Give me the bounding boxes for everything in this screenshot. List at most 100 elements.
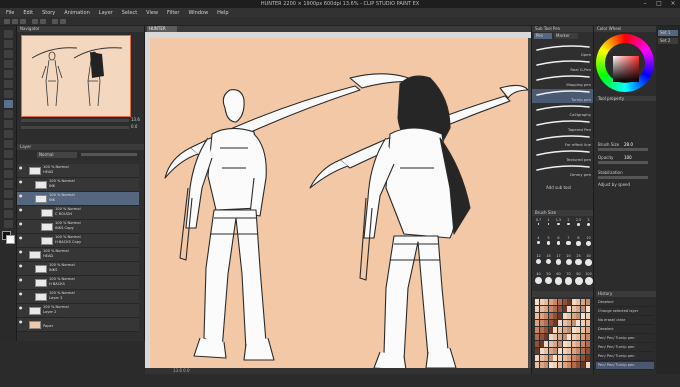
color-swatch[interactable] xyxy=(544,341,549,347)
color-swatch[interactable] xyxy=(544,306,549,312)
visibility-eye-icon[interactable]: ● xyxy=(19,277,23,282)
pen-tool-icon[interactable] xyxy=(4,100,13,108)
color-swatch[interactable] xyxy=(539,299,544,305)
brush-size-preset[interactable]: 40 xyxy=(534,272,543,289)
gradient-tool-icon[interactable] xyxy=(4,180,13,188)
color-swatch[interactable] xyxy=(539,348,544,354)
brush-item[interactable]: Gpen xyxy=(532,44,594,58)
color-swatch[interactable] xyxy=(544,334,549,340)
history-item[interactable]: Deselect xyxy=(596,326,654,334)
color-swatch[interactable] xyxy=(571,327,576,333)
brush-size-preset[interactable]: 2 xyxy=(564,218,573,235)
visibility-eye-icon[interactable]: ● xyxy=(19,193,23,198)
visibility-eye-icon[interactable]: ● xyxy=(19,235,23,240)
visibility-eye-icon[interactable]: ● xyxy=(19,263,23,268)
layer-row[interactable]: ● 100 % Normal INK xyxy=(17,192,139,206)
visibility-eye-icon[interactable]: ● xyxy=(19,179,23,184)
color-swatch[interactable] xyxy=(548,327,553,333)
color-swatch[interactable] xyxy=(544,327,549,333)
blend-mode-select[interactable]: Normal xyxy=(37,152,77,158)
tab-set-2[interactable]: Set 2 xyxy=(658,38,678,44)
visibility-eye-icon[interactable]: ● xyxy=(19,165,23,170)
history-item[interactable]: Pen/ Pen/ Turnip pen xyxy=(596,335,654,343)
color-swatch[interactable] xyxy=(581,327,585,333)
color-swatch[interactable] xyxy=(558,320,562,326)
selection-tool-icon[interactable] xyxy=(4,70,13,78)
zoom-tool-icon[interactable] xyxy=(4,30,13,38)
color-swatch[interactable] xyxy=(553,299,558,305)
saturation-value-square[interactable] xyxy=(613,56,639,82)
color-swatch[interactable] xyxy=(576,334,581,340)
color-swatch[interactable] xyxy=(562,327,567,333)
history-item[interactable]: No erase/ clear xyxy=(596,317,654,325)
color-swatch[interactable] xyxy=(576,313,581,319)
opacity-slider-tool[interactable] xyxy=(598,161,648,164)
color-swatch[interactable] xyxy=(585,306,590,312)
visibility-eye-icon[interactable]: ● xyxy=(19,207,23,212)
color-swatch[interactable] xyxy=(558,348,562,354)
color-swatch[interactable] xyxy=(567,341,572,347)
brush-size-preset[interactable]: 70 xyxy=(564,272,573,289)
color-swatch[interactable] xyxy=(539,341,544,347)
brush-size-preset[interactable]: 3 xyxy=(584,218,593,235)
clear-icon[interactable] xyxy=(52,19,58,24)
color-swatch[interactable] xyxy=(562,341,567,347)
color-swatch[interactable] xyxy=(539,355,544,361)
color-swatch[interactable] xyxy=(535,306,539,312)
undo-icon[interactable] xyxy=(32,19,38,24)
visibility-eye-icon[interactable]: ● xyxy=(19,221,23,226)
color-swatch[interactable] xyxy=(571,362,576,368)
correct-line-tool-icon[interactable] xyxy=(4,220,13,228)
brush-item[interactable]: Tapered Pen xyxy=(532,119,594,133)
color-swatch[interactable] xyxy=(535,313,539,319)
drawing-canvas[interactable] xyxy=(150,38,528,374)
color-swatch[interactable] xyxy=(585,299,590,305)
color-swatch[interactable] xyxy=(558,355,562,361)
adjust-by-speed-checkbox[interactable]: Adjust by speed xyxy=(598,182,630,187)
color-swatch[interactable] xyxy=(558,306,562,312)
color-swatch[interactable] xyxy=(571,355,576,361)
color-swatch[interactable] xyxy=(539,306,544,312)
brush-item[interactable]: Real G-Pen xyxy=(532,59,594,73)
brush-size-preset[interactable]: 2.5 xyxy=(574,218,583,235)
color-swatch[interactable] xyxy=(535,355,539,361)
layer-row[interactable]: ● 100 % Normal HEAD xyxy=(17,164,139,178)
layer-row[interactable]: ● 100 % Normal H BACKS xyxy=(17,276,139,290)
color-swatch[interactable] xyxy=(576,348,581,354)
menu-filter[interactable]: Filter xyxy=(167,10,179,16)
brush-size-preset[interactable]: 4 xyxy=(534,236,543,253)
color-swatch[interactable] xyxy=(535,320,539,326)
color-swatch[interactable] xyxy=(553,362,558,368)
auto-select-tool-icon[interactable] xyxy=(4,80,13,88)
brush-size-preset[interactable]: 20 xyxy=(564,254,573,271)
history-item[interactable]: Pen/ Pen/ Turnip pen xyxy=(596,344,654,352)
figure-tool-icon[interactable] xyxy=(4,190,13,198)
brush-size-preset[interactable]: 50 xyxy=(544,272,553,289)
brush-size-preset[interactable]: 100 xyxy=(584,272,593,289)
tab-marker[interactable]: Marker xyxy=(554,33,578,39)
brush-item[interactable]: Calligraphy xyxy=(532,104,594,118)
airbrush-tool-icon[interactable] xyxy=(4,130,13,138)
color-swatch[interactable] xyxy=(567,362,572,368)
brush-size-preset[interactable]: 30 xyxy=(584,254,593,271)
color-swatch[interactable] xyxy=(535,327,539,333)
move-layer-tool-icon[interactable] xyxy=(4,60,13,68)
color-swatch[interactable] xyxy=(553,334,558,340)
color-swatch[interactable] xyxy=(585,348,590,354)
color-swatch[interactable] xyxy=(553,313,558,319)
color-swatch[interactable] xyxy=(567,306,572,312)
color-swatch[interactable] xyxy=(567,313,572,319)
decoration-tool-icon[interactable] xyxy=(4,140,13,148)
tab-pen[interactable]: Pen xyxy=(534,33,552,39)
brush-size-preset[interactable]: 6 xyxy=(554,236,563,253)
color-swatch[interactable] xyxy=(539,313,544,319)
brush-item[interactable]: Turnip pen xyxy=(532,89,594,103)
color-swatch[interactable] xyxy=(571,341,576,347)
color-swatch[interactable] xyxy=(581,299,585,305)
color-swatch[interactable] xyxy=(581,334,585,340)
color-swatch[interactable] xyxy=(544,355,549,361)
history-item[interactable]: Pen/ Pen/ Turnip pen xyxy=(596,353,654,361)
menu-file[interactable]: File xyxy=(6,10,14,16)
navigator-thumbnail[interactable] xyxy=(21,35,131,117)
visibility-eye-icon[interactable]: ● xyxy=(19,319,23,324)
